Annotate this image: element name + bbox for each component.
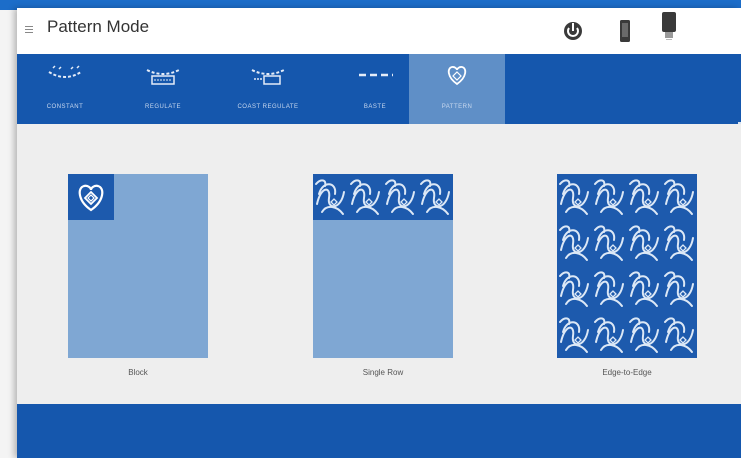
option-edge-to-edge[interactable]: Edge-to-Edge — [557, 174, 697, 377]
tab-pattern-label: PATTERN — [441, 104, 473, 110]
pattern-options-panel: Block Single Row Edge-to-Edge — [17, 124, 741, 404]
option-edge-to-edge-label: Edge-to-Edge — [602, 368, 652, 377]
tab-coast-regulate[interactable]: COAST REGULATE — [213, 54, 323, 124]
pattern-heart-icon — [78, 184, 104, 212]
constant-stitch-icon — [48, 65, 82, 78]
swirl-pattern-icon — [557, 174, 697, 358]
coast-regulate-icon — [251, 69, 285, 85]
block-tile — [68, 174, 114, 220]
tab-regulate-label: REGULATE — [145, 104, 181, 110]
tab-constant[interactable]: CONSTANT — [17, 54, 113, 124]
app-window: Pattern Mode CONSTANT REGULATE COAST REG… — [17, 8, 741, 458]
option-single-row-label: Single Row — [362, 368, 404, 377]
tab-coast-regulate-label: COAST REGULATE — [237, 104, 299, 110]
single-row-icon — [313, 174, 453, 358]
option-block[interactable]: Block — [68, 174, 208, 377]
usb-icon[interactable] — [661, 12, 677, 51]
tab-regulate[interactable]: REGULATE — [115, 54, 211, 124]
baste-icon — [359, 73, 393, 77]
option-single-row[interactable]: Single Row — [313, 174, 453, 377]
mode-tab-bar: CONSTANT REGULATE COAST REGULATE BASTE P… — [17, 54, 741, 132]
pattern-heart-icon — [447, 66, 467, 86]
pattern-full-fill — [557, 174, 697, 358]
menu-icon[interactable] — [25, 26, 33, 36]
tab-constant-label: CONSTANT — [46, 104, 84, 110]
pattern-row-band — [313, 174, 453, 220]
header-bar: Pattern Mode — [17, 8, 741, 54]
regulate-stitch-icon — [146, 69, 180, 85]
footer-bar — [17, 404, 741, 458]
option-block-label: Block — [128, 368, 148, 377]
page-title: Pattern Mode — [47, 17, 150, 36]
swirl-pattern-icon — [313, 174, 453, 220]
edge-to-edge-icon — [557, 174, 697, 358]
block-icon — [68, 174, 208, 358]
power-icon[interactable] — [562, 18, 584, 47]
phone-icon[interactable] — [620, 20, 630, 47]
tab-pattern[interactable]: PATTERN — [409, 54, 505, 124]
